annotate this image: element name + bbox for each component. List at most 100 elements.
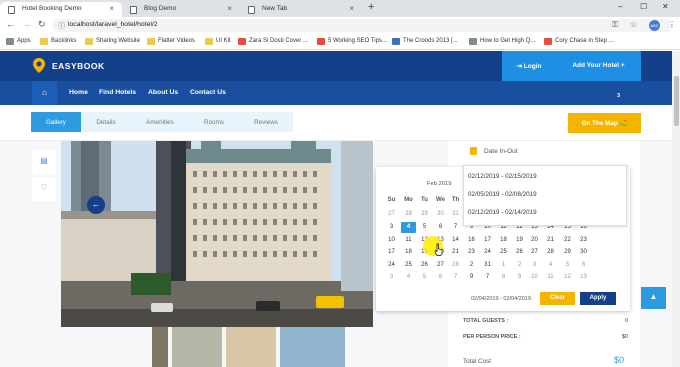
calendar-day[interactable]: 18 [401,249,416,255]
calendar-day[interactable]: 21 [448,249,463,255]
tab-rooms[interactable]: Rooms [193,112,235,132]
clear-button[interactable]: Clear [540,292,575,305]
range-option[interactable]: 02/12/2019 - 02/14/2019 [468,209,537,216]
calendar-day[interactable]: 7 [448,274,463,280]
tab-amenities[interactable]: Amenities [139,112,181,132]
calendar-day[interactable]: 29 [417,211,432,217]
calendar-day[interactable]: 3 [384,274,399,280]
bookmark-backlinks[interactable]: Backlinks [40,38,76,45]
scrollbar-thumb[interactable] [674,76,679,126]
on-the-map-button[interactable]: On The Map ⛳ [568,113,641,133]
menu-dots-icon[interactable]: ⋮ [668,20,676,29]
browser-tab-blog[interactable]: Blog Demo × [122,2,240,17]
calendar-day[interactable]: 5 [560,262,575,268]
calendar-day[interactable]: 14 [448,237,463,243]
maximize-button[interactable]: ☐ [640,2,647,11]
bookmark-croods[interactable]: The Croods 2013 [... [392,38,458,45]
star-icon[interactable]: ☆ [630,20,637,29]
calendar-day[interactable]: 10 [527,274,542,280]
calendar-day[interactable]: 12 [560,274,575,280]
key-icon[interactable]: ⚿ [612,20,618,30]
nav-about-us[interactable]: About Us [148,89,178,96]
forward-icon[interactable]: → [22,19,31,29]
calendar-day[interactable]: 5 [417,274,432,280]
calendar-day[interactable]: 25 [401,262,416,268]
gallery-thumbnail[interactable] [226,327,276,367]
calendar-day[interactable]: 27 [433,262,448,268]
tab-reviews[interactable]: Reviews [245,112,287,132]
calendar-day[interactable]: 24 [480,249,495,255]
calendar-day[interactable]: 21 [543,237,558,243]
calendar-day[interactable]: 30 [576,249,591,255]
minimize-button[interactable]: – [618,2,622,11]
calendar-day[interactable]: 11 [401,237,416,243]
gallery-thumbnail[interactable] [280,327,345,367]
calendar-day[interactable]: 8 [496,274,511,280]
calendar-day[interactable]: 24 [384,262,399,268]
bookmark-sharing[interactable]: Sharing Website [85,38,140,45]
calendar-day[interactable]: 11 [543,274,558,280]
brand-name[interactable]: EASYBOOK [52,61,105,71]
calendar-day[interactable]: 28 [401,211,416,217]
calendar-day[interactable]: 18 [496,237,511,243]
calendar-day[interactable]: 4 [401,274,416,280]
hotel-gallery-image[interactable] [61,141,373,327]
calendar-day[interactable]: 2 [512,262,527,268]
calendar-day[interactable]: 23 [464,249,479,255]
calendar-day[interactable]: 28 [448,262,463,268]
reload-icon[interactable]: ↻ [38,19,46,30]
calendar-day[interactable]: 3 [527,262,542,268]
calendar-day[interactable]: 26 [417,262,432,268]
back-icon[interactable]: ← [6,19,15,29]
calendar-day[interactable]: 17 [384,249,399,255]
calendar-day[interactable]: 6 [433,274,448,280]
calendar-day[interactable]: 27 [527,249,542,255]
calendar-day[interactable]: 31 [480,262,495,268]
calendar-day[interactable]: 1 [496,262,511,268]
bookmark-howto[interactable]: How to Get High Q... [469,38,535,45]
gallery-thumbnail[interactable] [172,327,222,367]
calendar-day[interactable]: 27 [384,211,399,217]
info-icon[interactable]: ⓘ [58,21,65,31]
calendar-day[interactable]: 7 [480,274,495,280]
close-window-button[interactable]: ✕ [662,2,669,11]
bookmark-zara[interactable]: Zara Si Dosti Cover ... [238,38,308,45]
calendar-day[interactable]: 4 [543,262,558,268]
calendar-day[interactable]: 26 [512,249,527,255]
bookmark-cory[interactable]: Cory Chase in Step ... [544,38,614,45]
calendar-day[interactable]: 31 [448,211,463,217]
calendar-day[interactable]: 23 [576,237,591,243]
calendar-day[interactable]: 22 [560,237,575,243]
scroll-to-top-button[interactable]: ▲ [641,287,666,309]
browser-tab-new[interactable]: New Tab × [240,2,362,17]
calendar-day[interactable]: 20 [527,237,542,243]
calendar-day[interactable]: 5 [417,224,432,230]
calendar-day[interactable]: 2 [464,262,479,268]
calendar-day[interactable]: 3 [384,224,399,230]
bookmark-flatter[interactable]: Flatter Videos [147,38,195,45]
calendar-day[interactable]: 4 [401,222,416,233]
profile-avatar[interactable]: ABC [649,20,660,31]
apply-button[interactable]: Apply [580,292,616,305]
tab-gallery[interactable]: Gallery [31,112,81,132]
bookmark-apps[interactable]: Apps [6,38,31,45]
range-option[interactable]: 02/12/2019 - 02/15/2019 [468,173,537,180]
close-tab-icon[interactable]: × [349,4,354,13]
gallery-prev-button[interactable]: ← [87,196,105,214]
calendar-day[interactable]: 16 [464,237,479,243]
calendar-day[interactable]: 19 [512,237,527,243]
calendar-day[interactable]: 17 [480,237,495,243]
calendar-day[interactable]: 29 [560,249,575,255]
calendar-day[interactable]: 6 [576,262,591,268]
calendar-day[interactable]: 9 [464,274,479,280]
calendar-day[interactable]: 9 [512,274,527,280]
add-hotel-button[interactable]: Add Your Hotel + [556,51,641,81]
logo-pin-icon[interactable] [32,57,46,74]
gallery-thumbnail[interactable] [152,327,168,367]
nav-contact-us[interactable]: Contact Us [190,89,226,96]
cart-count-badge[interactable]: 3 [617,93,620,99]
calendar-day[interactable]: 30 [433,211,448,217]
range-option[interactable]: 02/05/2019 - 02/08/2019 [468,191,537,198]
nav-home[interactable]: Home [69,89,88,96]
tab-details[interactable]: Details [85,112,127,132]
